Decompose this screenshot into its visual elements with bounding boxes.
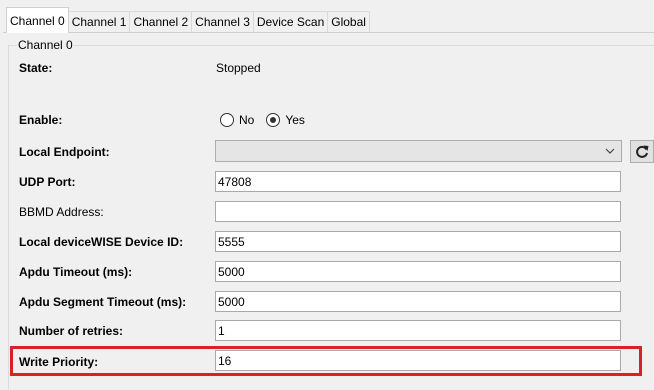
device-id-label: Local deviceWISE Device ID: [19,235,184,249]
enable-yes-label: Yes [285,113,305,127]
refresh-icon [636,145,649,158]
tab-channel-2[interactable]: Channel 2 [129,11,193,33]
write-priority-label: Write Priority: [19,355,99,369]
retries-label: Number of retries: [19,324,124,338]
bbmd-address-label: BBMD Address: [19,205,104,219]
apdu-segment-timeout-field[interactable] [215,291,621,312]
apdu-segment-timeout-label: Apdu Segment Timeout (ms): [19,295,187,309]
local-endpoint-label: Local Endpoint: [19,145,110,159]
bacnet-config-panel: Channel 0 Channel 1 Channel 2 Channel 3 … [0,0,654,390]
write-priority-field[interactable] [215,350,621,371]
enable-no-label: No [239,113,255,127]
enable-no-option[interactable]: No [220,113,254,127]
state-value: Stopped [216,61,261,75]
enable-yes-option[interactable]: Yes [266,113,305,127]
chevron-down-icon [605,148,615,154]
enable-label: Enable: [19,113,63,127]
bbmd-address-field[interactable] [215,201,621,222]
retries-field[interactable] [215,320,621,341]
apdu-timeout-label: Apdu Timeout (ms): [19,265,133,279]
udp-port-field[interactable] [215,171,621,192]
udp-port-label: UDP Port: [19,175,76,189]
apdu-timeout-field[interactable] [215,261,621,282]
groupbox-title: Channel 0 [17,38,74,52]
refresh-button[interactable] [630,140,654,163]
enable-no-radio[interactable] [220,113,234,127]
tab-bar: Channel 0 Channel 1 Channel 2 Channel 3 … [6,7,370,33]
tab-channel-3[interactable]: Channel 3 [191,11,254,33]
tab-channel-0[interactable]: Channel 0 [6,7,69,33]
tab-device-scan[interactable]: Device Scan [252,11,329,33]
device-id-field[interactable] [215,231,621,252]
state-label: State: [19,61,53,75]
enable-radio-group: No Yes [220,110,317,130]
local-endpoint-select[interactable] [215,140,622,162]
tab-channel-1[interactable]: Channel 1 [67,11,131,33]
enable-yes-radio[interactable] [266,113,281,127]
tab-global[interactable]: Global [327,11,370,33]
